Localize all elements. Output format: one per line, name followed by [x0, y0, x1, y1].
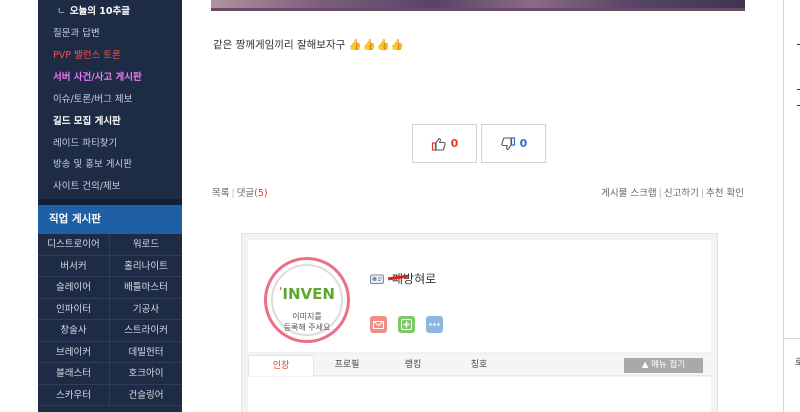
- tab-title[interactable]: 칭호: [446, 355, 512, 376]
- sub-arrow-icon: ㄴ: [57, 6, 66, 17]
- thumbs-up-emoji: 👍👍👍👍: [348, 39, 405, 51]
- job-link[interactable]: 홀리나이트: [110, 256, 182, 277]
- avatar[interactable]: ˈINVEN 이미지를 등록해 주세요: [264, 257, 350, 343]
- job-link[interactable]: 건슬링어: [110, 385, 182, 406]
- right-panel-divider: [784, 338, 800, 339]
- add-friend-icon[interactable]: [398, 316, 415, 333]
- sidebar-item-issue-bug[interactable]: 이슈/토론/버그 제보: [53, 94, 132, 106]
- list-link[interactable]: 목록: [212, 188, 229, 199]
- thumbs-up-icon: [431, 137, 446, 151]
- job-link[interactable]: 스트라이커: [110, 320, 182, 341]
- sidebar-item-broadcast[interactable]: 방송 및 홍보 게시판: [53, 159, 132, 171]
- post-links-right: 게시물 스크랩 | 신고하기 | 추천 확인: [601, 185, 744, 199]
- right-panel: [784, 0, 800, 412]
- job-grid: 디스트로이어 워로드 버서커 홀리나이트 슬레이어 배틀마스터 인파이터 기공사…: [38, 234, 182, 406]
- job-link[interactable]: 배틀마스터: [110, 277, 182, 298]
- post-body-text: 같은 짱께게임끼리 잘해보자구: [213, 39, 346, 51]
- sidebar-item-label: 오늘의 10추글: [69, 6, 130, 17]
- job-link[interactable]: 디스트로이어: [38, 234, 110, 255]
- job-link[interactable]: 창술사: [38, 320, 110, 341]
- job-row: 인파이터 기공사: [38, 298, 182, 320]
- tab-seal[interactable]: 인장: [248, 355, 314, 376]
- user-level-icon: [370, 274, 384, 284]
- job-link[interactable]: 기공사: [110, 299, 182, 320]
- inven-logo-text: INVEN: [282, 285, 335, 303]
- job-link[interactable]: 호크아이: [110, 363, 182, 384]
- upvote-count: 0: [450, 137, 459, 150]
- post-body: 같은 짱께게임끼리 잘해보자구 👍👍👍👍: [213, 37, 405, 52]
- job-link[interactable]: 데빌헌터: [110, 342, 182, 363]
- inven-logo: ˈINVEN: [279, 285, 335, 303]
- avatar-placeholder-text: 이미지를 등록해 주세요: [267, 311, 347, 333]
- upvote-button[interactable]: 0: [412, 124, 477, 163]
- job-link[interactable]: 스카우터: [38, 384, 110, 405]
- sidebar-item-guild-recruit[interactable]: 길드 모집 게시판: [53, 116, 121, 128]
- page: ㄴ 오늘의 10추글 질문과 답변 PVP 밸런스 토론 서버 사건/사고 게시판…: [0, 0, 800, 412]
- job-link[interactable]: 브레이커: [38, 341, 110, 362]
- job-row: 스카우터 건슬링어: [38, 384, 182, 406]
- job-row: 슬레이어 배틀마스터: [38, 277, 182, 299]
- job-link[interactable]: 버서커: [38, 255, 110, 276]
- job-link[interactable]: 인파이터: [38, 298, 110, 319]
- right-panel-text: 로: [795, 358, 800, 368]
- job-row: 버서커 홀리나이트: [38, 255, 182, 277]
- post-links-left: 목록 | 댓글(5): [212, 185, 268, 199]
- tab-ranking[interactable]: 랭킹: [380, 355, 446, 376]
- job-row: 디스트로이어 워로드: [38, 234, 182, 256]
- comments-link[interactable]: 댓글: [237, 188, 254, 199]
- post-image: [211, 0, 745, 11]
- more-icon[interactable]: [426, 316, 443, 333]
- job-link[interactable]: 워로드: [110, 234, 182, 255]
- avatar-placeholder-line2: 등록해 주세요: [283, 323, 331, 332]
- job-row: 창술사 스트라이커: [38, 320, 182, 342]
- profile-tab-content: [248, 377, 711, 412]
- sidebar-item-qna[interactable]: 질문과 답변: [53, 28, 100, 40]
- comment-count: (5): [254, 188, 268, 199]
- sidebar-item-pvp-balance[interactable]: PVP 밸런스 토론: [53, 50, 121, 62]
- job-row: 브레이커 데빌헌터: [38, 341, 182, 363]
- sidebar-item-site-suggestion[interactable]: 사이트 건의/제보: [53, 181, 120, 193]
- thumbs-down-icon: [500, 136, 515, 150]
- report-link[interactable]: 신고하기: [664, 188, 699, 199]
- sidebar: ㄴ 오늘의 10추글 질문과 답변 PVP 밸런스 토론 서버 사건/사고 게시판…: [38, 0, 182, 412]
- profile-actions: [370, 316, 443, 333]
- left-gutter: [0, 0, 38, 412]
- profile-card-header: ˈINVEN 이미지를 등록해 주세요 패방혀로: [248, 240, 711, 352]
- downvote-button[interactable]: 0: [481, 124, 546, 163]
- scrap-link[interactable]: 게시물 스크랩: [601, 188, 656, 199]
- job-row: 블래스터 호크아이: [38, 363, 182, 385]
- recommend-check-link[interactable]: 추천 확인: [706, 188, 744, 199]
- divider: |: [700, 188, 705, 199]
- job-link[interactable]: 블래스터: [38, 363, 110, 384]
- sidebar-item-raid-party[interactable]: 레이드 파티찾기: [53, 138, 117, 150]
- username-row: 패방혀로: [370, 270, 436, 287]
- menu-collapse-button[interactable]: ▲ 메뉴 접기: [624, 358, 703, 373]
- divider: |: [658, 188, 662, 199]
- sidebar-item-server-incident[interactable]: 서버 사건/사고 게시판: [53, 72, 142, 84]
- divider: |: [231, 188, 235, 199]
- sidebar-item-today-top10[interactable]: ㄴ 오늘의 10추글: [57, 6, 130, 18]
- avatar-placeholder-line1: 이미지를: [292, 312, 322, 321]
- tab-profile[interactable]: 프로필: [314, 355, 380, 376]
- job-board-header[interactable]: 직업 게시판: [38, 205, 182, 234]
- downvote-count: 0: [519, 137, 528, 150]
- mail-icon[interactable]: [370, 316, 387, 333]
- author-profile-card: ˈINVEN 이미지를 등록해 주세요 패방혀로 인장 프로필 랭킹 칭호 ▲ …: [241, 233, 718, 412]
- job-link[interactable]: 슬레이어: [38, 277, 110, 298]
- profile-tabs: 인장 프로필 랭킹 칭호 ▲ 메뉴 접기: [248, 355, 711, 376]
